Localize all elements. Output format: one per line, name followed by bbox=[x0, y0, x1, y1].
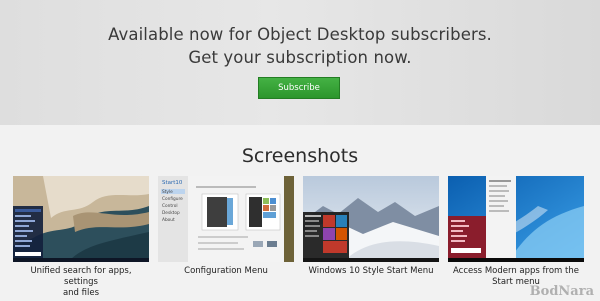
caption-line: and files bbox=[62, 288, 100, 298]
screenshot-caption-config: Configuration Menu bbox=[158, 266, 294, 277]
caption-line: Unified search for apps, settings bbox=[30, 266, 132, 287]
config-logo: Start10 bbox=[162, 180, 183, 186]
watermark-logo: BodNara bbox=[529, 284, 594, 299]
screenshot-thumbnail-config[interactable]: Start10 Style Configure Control Desktop … bbox=[158, 176, 294, 262]
subscribe-button[interactable]: Subscribe bbox=[258, 77, 340, 99]
search-screenshot-image bbox=[13, 176, 149, 262]
hero-subheadline: Get your subscription now. bbox=[188, 48, 412, 67]
screenshot-thumbnail-start-menu[interactable] bbox=[303, 176, 439, 262]
config-menu-item[interactable]: Configure bbox=[162, 196, 183, 203]
config-menu-item[interactable]: Style bbox=[162, 189, 183, 196]
caption-line: Configuration Menu bbox=[184, 266, 268, 276]
hero-banner: Available now for Object Desktop subscri… bbox=[0, 0, 600, 125]
caption-line: Access Modern apps from the bbox=[453, 266, 579, 276]
screenshot-thumbnail-search[interactable] bbox=[13, 176, 149, 262]
screenshot-caption-start-menu: Windows 10 Style Start Menu bbox=[303, 266, 439, 277]
screenshots-heading: Screenshots bbox=[241, 145, 359, 167]
start-menu-screenshot-image bbox=[303, 176, 439, 262]
config-menu-item[interactable]: Control bbox=[162, 203, 183, 210]
config-side-menu: Style Configure Control Desktop About bbox=[162, 189, 183, 224]
config-menu-item[interactable]: Desktop bbox=[162, 210, 183, 217]
screenshot-thumbnail-modern-apps[interactable] bbox=[448, 176, 584, 262]
screenshot-caption-search: Unified search for apps, settings and fi… bbox=[13, 266, 149, 299]
hero-headline: Available now for Object Desktop subscri… bbox=[108, 25, 492, 44]
modern-apps-screenshot-image bbox=[448, 176, 584, 262]
config-menu-item[interactable]: About bbox=[162, 217, 183, 224]
caption-line: Windows 10 Style Start Menu bbox=[308, 266, 434, 276]
